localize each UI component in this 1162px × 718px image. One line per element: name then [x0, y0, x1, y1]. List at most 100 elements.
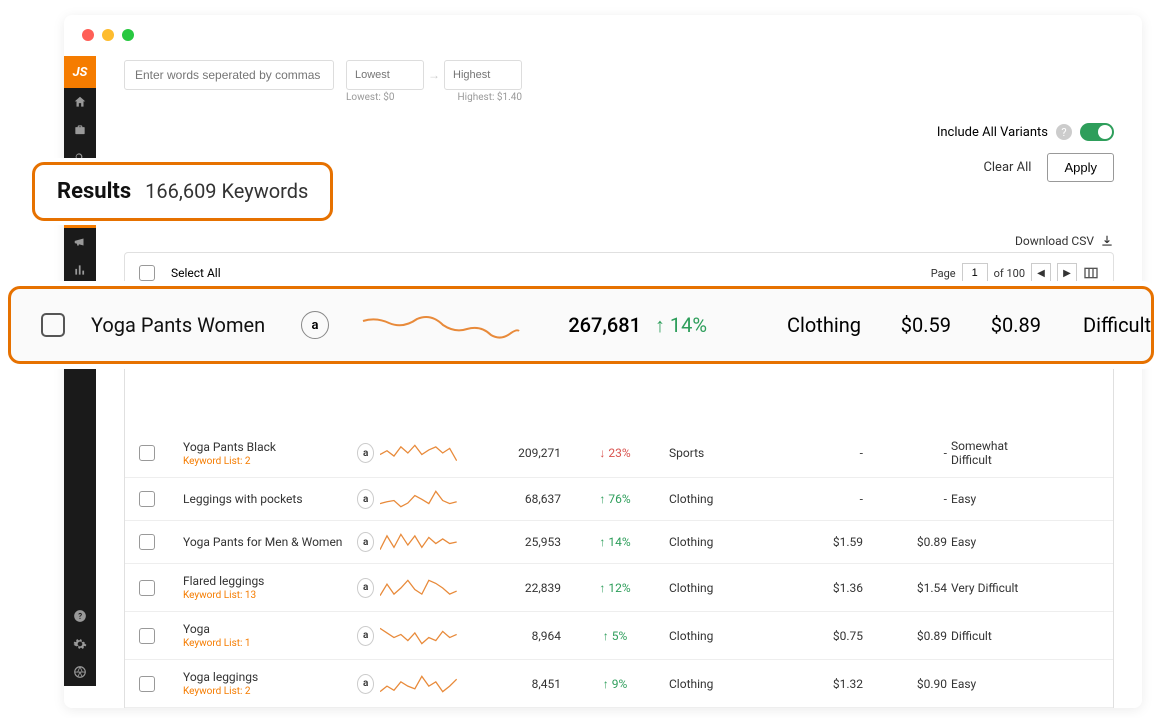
volume-cell: 22,839 — [461, 581, 561, 595]
prev-page-button[interactable]: ◀ — [1031, 263, 1051, 283]
help-icon[interactable]: ? — [1056, 124, 1072, 140]
minimize-icon[interactable] — [102, 29, 114, 41]
sidebar: JS — [64, 56, 96, 686]
lowest-input[interactable] — [346, 60, 424, 90]
ease-cell: Easy — [951, 677, 1051, 691]
keyword-cell: Yoga Pants Women — [91, 313, 301, 337]
aperture-icon[interactable] — [64, 658, 96, 686]
ppc-exact-cell: $0.75 — [783, 629, 863, 643]
download-icon — [1100, 234, 1114, 248]
row-checkbox[interactable] — [139, 676, 155, 692]
row-checkbox[interactable] — [139, 445, 155, 461]
keyword-text: Leggings with pockets — [183, 492, 353, 506]
lowest-label: Lowest: $0 — [346, 92, 394, 103]
table-row: Yoga Pants BlackKeyword List: 2a209,271↓… — [125, 429, 1113, 478]
trend-cell: ↑ 9% — [565, 677, 665, 691]
row-checkbox[interactable] — [139, 534, 155, 550]
amazon-icon[interactable]: a — [357, 674, 374, 694]
range-filter: → Lowest: $0 Highest: $1.40 — [346, 60, 522, 103]
download-label: Download CSV — [1015, 234, 1094, 248]
highest-input[interactable] — [444, 60, 522, 90]
results-title: Results — [57, 179, 131, 204]
results-count: 166,609 Keywords — [145, 179, 308, 203]
trend-cell: ↑ 76% — [565, 492, 665, 506]
megaphone-icon[interactable] — [64, 228, 96, 256]
page-input[interactable] — [962, 263, 988, 283]
main-content: → Lowest: $0 Highest: $1.40 Include All … — [96, 56, 1142, 708]
keyword-cell: Yoga leggingsKeyword List: 2 — [183, 670, 353, 697]
maximize-icon[interactable] — [122, 29, 134, 41]
variants-row: Include All Variants ? — [124, 123, 1114, 141]
category-cell: Clothing — [669, 677, 779, 691]
help-icon[interactable] — [64, 602, 96, 630]
ppc-exact-cell: $0.59 — [861, 313, 951, 337]
volume-cell: 25,953 — [461, 535, 561, 549]
ppc-exact-cell: - — [783, 446, 863, 460]
columns-config-icon[interactable] — [1083, 265, 1099, 281]
amazon-icon[interactable]: a — [301, 311, 329, 339]
row-checkbox[interactable] — [139, 491, 155, 507]
ease-cell: Difficult — [1041, 313, 1151, 337]
app-logo[interactable]: JS — [64, 56, 96, 88]
keyword-text: Yoga Pants Black — [183, 440, 353, 454]
filter-row: → Lowest: $0 Highest: $1.40 — [124, 60, 1114, 103]
keyword-list-label: Keyword List: 13 — [183, 590, 353, 601]
sparkline — [380, 577, 457, 599]
sparkline — [380, 625, 457, 647]
amazon-icon[interactable]: a — [357, 443, 374, 463]
row-checkbox[interactable] — [41, 313, 65, 337]
row-checkbox[interactable] — [139, 580, 155, 596]
words-input[interactable] — [124, 60, 334, 90]
sparkline — [380, 488, 457, 510]
amazon-icon[interactable]: a — [357, 626, 374, 646]
ppc-broad-cell: $0.90 — [867, 677, 947, 691]
ppc-broad-cell: $1.54 — [867, 581, 947, 595]
ppc-exact-cell: $1.59 — [783, 535, 863, 549]
ease-cell: Very Difficult — [951, 581, 1051, 595]
ppc-broad-cell: - — [867, 446, 947, 460]
keyword-list-label: Keyword List: 2 — [183, 456, 353, 467]
clear-all-link[interactable]: Clear All — [983, 160, 1031, 175]
download-csv-link[interactable]: Download CSV — [1015, 234, 1114, 248]
keyword-list-label: Keyword List: 2 — [183, 686, 353, 697]
sparkline — [361, 309, 521, 341]
volume-cell: 8,451 — [461, 677, 561, 691]
amazon-icon[interactable]: a — [357, 532, 374, 552]
select-all-checkbox[interactable] — [139, 265, 155, 281]
volume-cell: 209,271 — [461, 446, 561, 460]
ease-cell: Difficult — [951, 629, 1051, 643]
table-row: Yoga leggingsKeyword List: 2a 8,451 ↑ 9% Cl… — [125, 660, 1113, 708]
category-cell: Clothing — [669, 581, 779, 595]
category-cell: Sports — [669, 446, 779, 460]
table-row: Flared leggingsKeyword List: 13a22,839↑ … — [125, 564, 1113, 612]
briefcase-icon[interactable] — [64, 116, 96, 144]
table-row: YogaKeyword List: 1a8,964↑ 5%Clothing$0.… — [125, 612, 1113, 660]
amazon-icon[interactable]: a — [357, 578, 374, 598]
amazon-icon[interactable]: a — [357, 489, 374, 509]
home-icon[interactable] — [64, 88, 96, 116]
chart-icon[interactable] — [64, 256, 96, 284]
variants-toggle[interactable] — [1080, 123, 1114, 141]
ppc-broad-cell: - — [867, 492, 947, 506]
select-all-label: Select All — [171, 266, 221, 280]
sparkline — [380, 673, 457, 695]
page-of: of 100 — [994, 267, 1025, 280]
keyword-text: Yoga Pants for Men & Women — [183, 535, 353, 549]
row-checkbox[interactable] — [139, 628, 155, 644]
keyword-cell: Leggings with pockets — [183, 492, 353, 506]
ppc-broad-cell: $0.89 — [951, 313, 1041, 337]
category-cell: Clothing — [669, 629, 779, 643]
gear-icon[interactable] — [64, 630, 96, 658]
trend-cell: ↑ 14% — [641, 313, 721, 338]
ease-cell: Somewhat Difficult — [951, 439, 1051, 467]
table-row: Yoga Pants for Men & Womena25,953↑ 14%Cl… — [125, 521, 1113, 564]
close-icon[interactable] — [82, 29, 94, 41]
apply-button[interactable]: Apply — [1047, 153, 1114, 182]
ppc-exact-cell: $1.32 — [783, 677, 863, 691]
next-page-button[interactable]: ▶ — [1057, 263, 1077, 283]
ppc-exact-cell: - — [783, 492, 863, 506]
keyword-cell: YogaKeyword List: 1 — [183, 622, 353, 649]
trend-cell: ↑ 5% — [565, 629, 665, 643]
results-badge: Results 166,609 Keywords — [32, 162, 333, 221]
arrow-right-icon: → — [428, 68, 440, 82]
